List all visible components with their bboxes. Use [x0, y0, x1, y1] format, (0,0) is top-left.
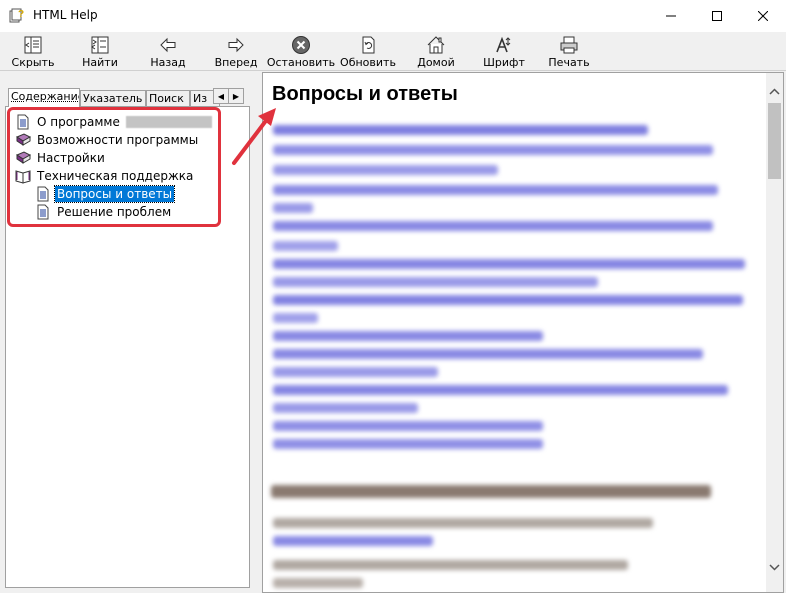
forward-arrow-icon	[228, 37, 244, 53]
blurred-link[interactable]	[273, 125, 648, 135]
page-icon	[37, 204, 49, 220]
triangle-right-icon: ▶	[232, 91, 240, 101]
closed-book-icon	[15, 133, 31, 146]
tree-item-label: Решение проблем	[57, 205, 172, 219]
stop-icon	[292, 36, 310, 54]
svg-text:?: ?	[18, 9, 24, 20]
tree-item-support[interactable]: Техническая поддержка	[15, 167, 195, 185]
blurred-link[interactable]	[273, 403, 418, 413]
toolbar: Скрыть Найти Назад Вперед Остановить Обн…	[0, 32, 786, 71]
hide-button[interactable]: Скрыть	[8, 33, 58, 69]
tree-item-troubleshooting[interactable]: Решение проблем	[35, 203, 173, 221]
back-arrow-icon	[160, 37, 176, 53]
blurred-text	[273, 560, 628, 570]
tree-item-faq[interactable]: Вопросы и ответы	[35, 185, 176, 203]
blurred-link[interactable]	[273, 221, 713, 231]
tree-item-settings[interactable]: Настройки	[15, 149, 107, 167]
maximize-button[interactable]	[694, 0, 740, 32]
back-button[interactable]: Назад	[146, 33, 190, 69]
close-icon	[758, 11, 768, 21]
print-label: Печать	[548, 56, 590, 69]
blurred-link[interactable]	[273, 145, 713, 155]
blurred-link[interactable]	[273, 421, 543, 431]
triangle-left-icon: ◀	[217, 91, 225, 101]
blurred-link[interactable]	[273, 385, 728, 395]
window-title: HTML Help	[33, 8, 98, 22]
content-scrollbar[interactable]	[766, 73, 783, 592]
tab-index[interactable]: Указатель	[80, 90, 146, 106]
locate-label: Найти	[82, 56, 118, 69]
redacted-version	[125, 116, 212, 128]
tree-item-label: Вопросы и ответы	[53, 185, 176, 203]
minimize-button[interactable]	[648, 0, 694, 32]
blurred-link[interactable]	[273, 185, 718, 195]
forward-label: Вперед	[214, 56, 258, 69]
tree-item-features[interactable]: Возможности программы	[15, 131, 200, 149]
locate-icon	[91, 36, 109, 54]
tree-item-label: Возможности программы	[37, 133, 199, 147]
blurred-link[interactable]	[273, 203, 313, 213]
tab-contents[interactable]: Содержание	[8, 88, 80, 107]
refresh-icon	[362, 36, 375, 54]
home-button[interactable]: Домой	[414, 33, 458, 69]
minimize-icon	[666, 15, 676, 17]
blurred-link[interactable]	[273, 331, 543, 341]
font-icon	[496, 36, 511, 53]
scrollbar-thumb[interactable]	[768, 103, 781, 179]
tab-search[interactable]: Поиск	[146, 90, 190, 106]
home-label: Домой	[417, 56, 455, 69]
chevron-up-icon[interactable]	[766, 83, 783, 100]
home-icon	[427, 36, 445, 54]
print-button[interactable]: Печать	[546, 33, 592, 69]
tree-item-label: Техническая поддержка	[37, 169, 194, 183]
hide-label: Скрыть	[11, 56, 55, 69]
close-button[interactable]	[740, 0, 786, 32]
refresh-button[interactable]: Обновить	[340, 33, 396, 69]
tabs-scroll-right-button[interactable]: ▶	[228, 88, 244, 104]
hide-icon	[24, 36, 42, 54]
blurred-link[interactable]	[273, 277, 598, 287]
print-icon	[560, 36, 578, 54]
blurred-link[interactable]	[273, 313, 318, 323]
content-pane: Вопросы и ответы	[262, 72, 784, 593]
maximize-icon	[712, 11, 722, 21]
blurred-link[interactable]	[273, 295, 743, 305]
font-label: Шрифт	[483, 56, 525, 69]
page-icon	[17, 114, 29, 130]
blurred-link[interactable]	[273, 367, 438, 377]
contents-tree: О программе Возможности программы Настро…	[5, 106, 250, 588]
tree-item-about[interactable]: О программе	[15, 113, 212, 131]
blurred-text	[273, 518, 653, 528]
blurred-section-heading	[271, 485, 711, 498]
title-bar: ? HTML Help	[0, 0, 786, 33]
refresh-label: Обновить	[340, 56, 396, 69]
tree-item-label: Настройки	[37, 151, 105, 165]
chevron-down-icon[interactable]	[766, 559, 783, 576]
blurred-link[interactable]	[273, 259, 745, 269]
closed-book-icon	[15, 151, 31, 164]
navigation-pane: Содержание Указатель Поиск Из ◀ ▶ О прог…	[0, 72, 258, 593]
blurred-link[interactable]	[273, 165, 498, 175]
blurred-link[interactable]	[273, 349, 703, 359]
open-book-icon	[15, 170, 31, 184]
blurred-text	[273, 578, 363, 588]
forward-button[interactable]: Вперед	[212, 33, 260, 69]
help-app-icon: ?	[9, 8, 24, 23]
locate-button[interactable]: Найти	[76, 33, 124, 69]
page-icon	[37, 186, 49, 202]
stop-label: Остановить	[266, 56, 336, 69]
tabs-scroll-left-button[interactable]: ◀	[213, 88, 229, 104]
tree-item-label: О программе	[37, 115, 120, 129]
blurred-link[interactable]	[273, 439, 543, 449]
blurred-link[interactable]	[273, 241, 338, 251]
stop-button[interactable]: Остановить	[266, 33, 336, 69]
page-title: Вопросы и ответы	[272, 83, 458, 105]
blurred-link[interactable]	[273, 536, 433, 546]
font-button[interactable]: Шрифт	[482, 33, 526, 69]
back-label: Назад	[150, 56, 186, 69]
